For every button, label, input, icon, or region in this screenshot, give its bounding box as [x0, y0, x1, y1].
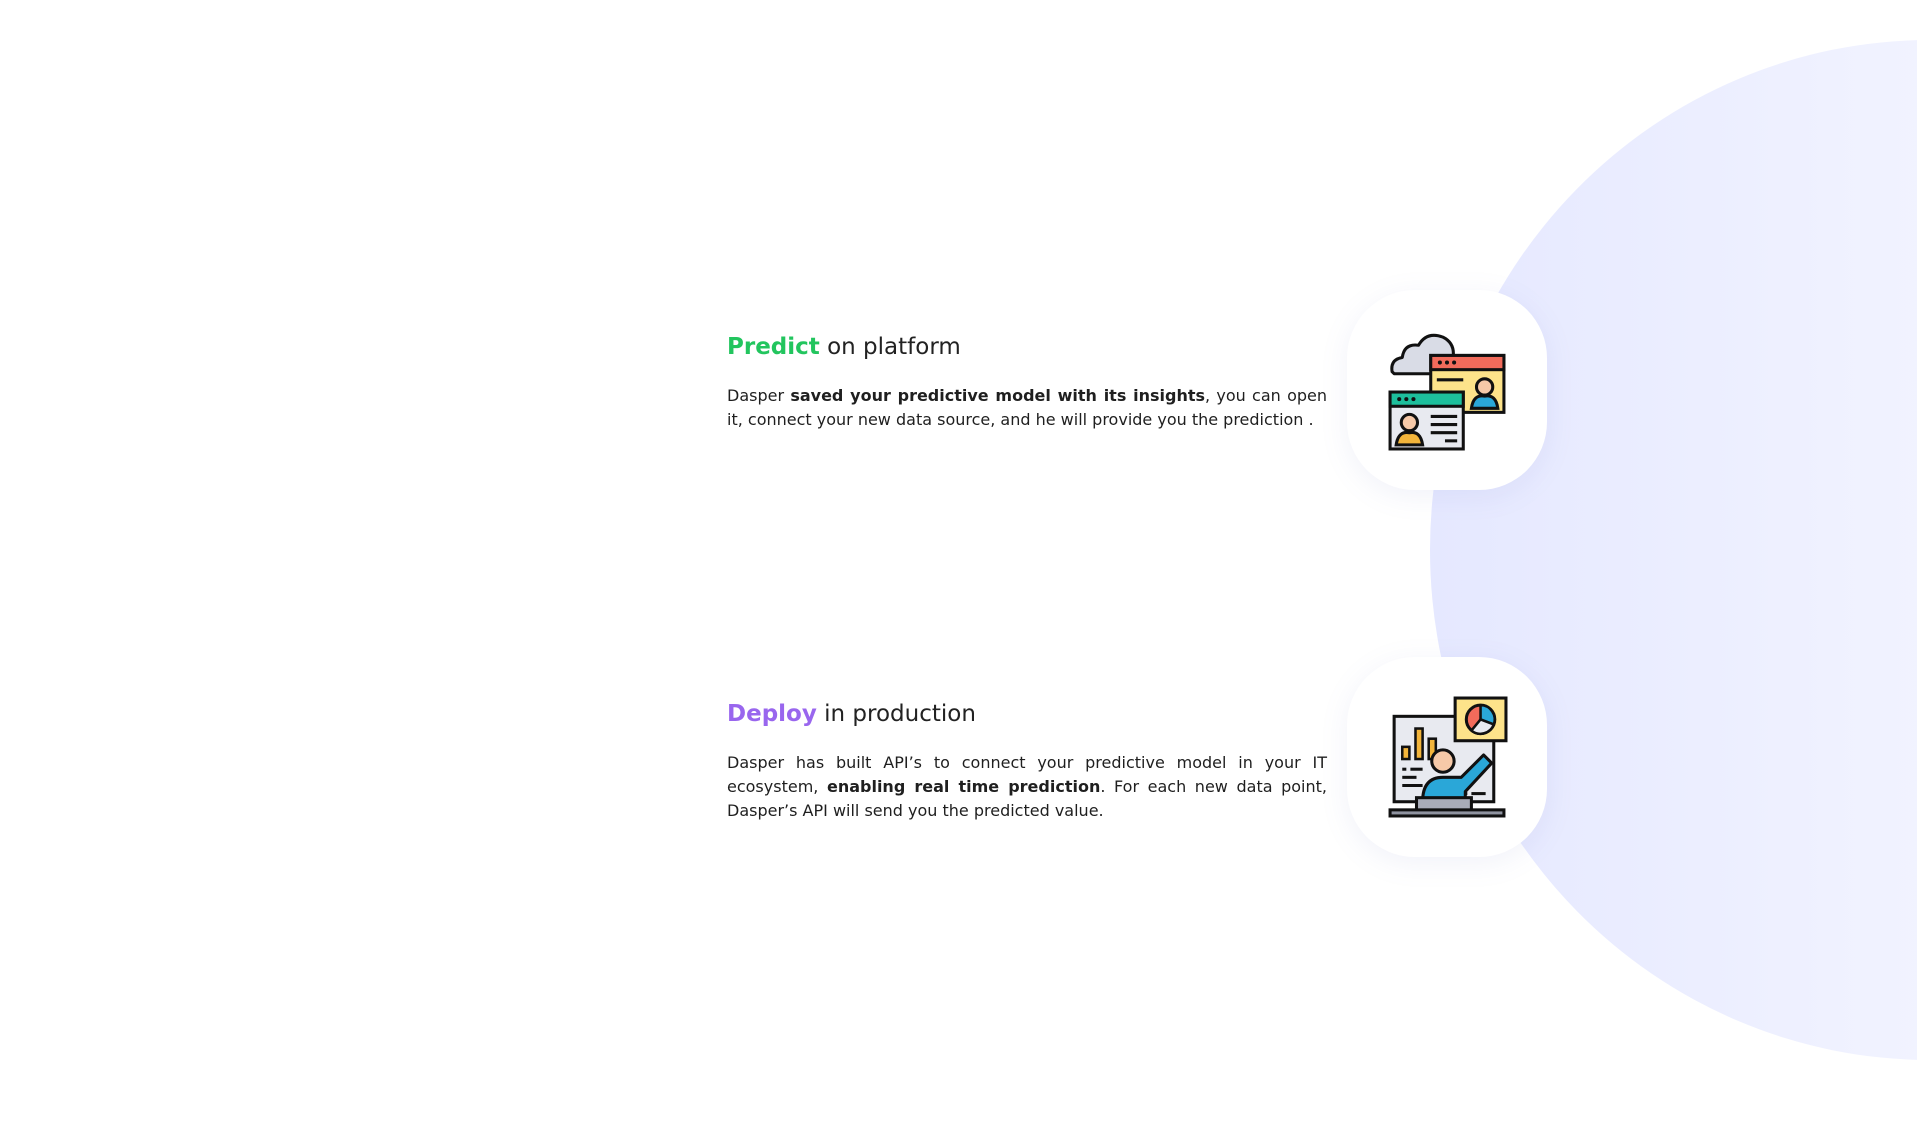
- desc-bold: saved your predictive model with its ins…: [790, 386, 1206, 405]
- title-accent: Deploy: [727, 701, 817, 727]
- cloud-profiles-icon: [1388, 333, 1506, 451]
- feature-description: Dasper saved your predictive model with …: [727, 384, 1327, 432]
- title-accent: Predict: [727, 334, 820, 360]
- title-rest: in production: [816, 701, 976, 727]
- desc-text: Dasper: [727, 386, 791, 405]
- feature-description: Dasper has built API’s to connect your p…: [727, 751, 1327, 823]
- title-rest: on platform: [819, 334, 961, 360]
- page: Predict on platform Dasper saved your pr…: [0, 0, 1917, 1129]
- feature-title: Deploy in production: [727, 697, 1327, 731]
- presentation-dashboard-icon: [1388, 696, 1508, 818]
- feature-deploy: Deploy in production Dasper has built AP…: [727, 697, 1327, 823]
- feature-title: Predict on platform: [727, 330, 1327, 364]
- feature-predict: Predict on platform Dasper saved your pr…: [727, 330, 1327, 432]
- icon-card-deploy: [1347, 657, 1547, 857]
- background-blob: [1430, 40, 1917, 1060]
- desc-bold: enabling real time prediction: [826, 777, 1101, 796]
- icon-card-predict: [1347, 290, 1547, 490]
